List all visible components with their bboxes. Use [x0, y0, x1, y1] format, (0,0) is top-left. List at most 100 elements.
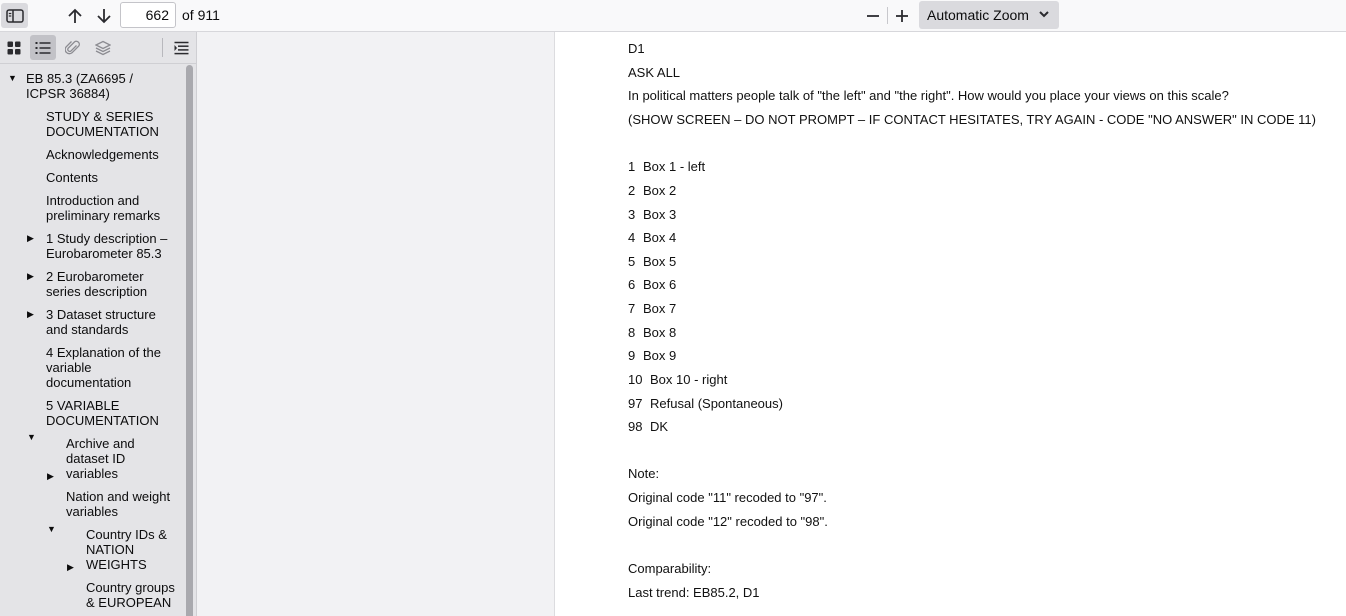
sidebar: ▼ EB 85.3 (ZA6695 / ICPSR 36884) STUDY &… [0, 32, 197, 616]
collapse-toggle-icon[interactable]: ▶ [47, 471, 54, 481]
sidebar-icon [5, 8, 24, 23]
last-trend: Last trend: EB85.2, D1 [628, 585, 760, 600]
outline-item[interactable]: 3 Dataset structure and standards [46, 307, 171, 337]
outline-item[interactable]: Country groups & EUROPEAN [86, 580, 178, 610]
outline-tree-icon [174, 41, 188, 54]
outline-item[interactable]: Archive and dataset ID variables [66, 436, 161, 481]
pdf-page: D1 ASK ALL In political matters people t… [554, 32, 1346, 616]
answer-label: Box 9 [643, 348, 677, 363]
attachments-view-button[interactable] [60, 35, 86, 60]
plus-icon [896, 9, 908, 22]
answer-label: Box 6 [643, 277, 677, 292]
layers-icon [95, 40, 111, 55]
answer-code: 97 [628, 396, 643, 411]
outline-item[interactable]: Nation and weight variables [66, 489, 182, 519]
expand-toggle-icon[interactable]: ▼ [27, 432, 36, 442]
find-current-outline-button[interactable] [168, 35, 194, 60]
minus-icon [867, 14, 879, 17]
answer-code-row: 7 Box 7 [628, 301, 676, 316]
pdf-viewer-app: of 911 Automatic Zoom [0, 0, 1346, 616]
question-filter: ASK ALL [628, 65, 681, 80]
answer-label: Box 3 [643, 207, 677, 222]
next-page-button[interactable] [91, 3, 117, 28]
answer-label: Box 2 [643, 183, 677, 198]
expand-toggle-icon[interactable]: ▼ [47, 524, 56, 534]
outline-item[interactable]: 5 VARIABLE DOCUMENTATION [46, 398, 171, 428]
thumbnails-view-button[interactable] [1, 35, 27, 60]
sidebar-toolbar-divider [162, 38, 163, 57]
collapse-toggle-icon[interactable]: ▶ [27, 309, 34, 319]
variable-name: D1 [628, 41, 645, 56]
layers-view-button[interactable] [90, 35, 116, 60]
answer-label: Refusal (Spontaneous) [650, 396, 783, 411]
answer-label: Box 4 [643, 230, 677, 245]
sidebar-scrollbar[interactable] [186, 65, 193, 616]
sidebar-toolbar [0, 32, 197, 64]
chevron-down-icon [1039, 11, 1049, 18]
answer-code-row: 6 Box 6 [628, 277, 676, 292]
expand-toggle-icon[interactable]: ▼ [8, 73, 17, 83]
answer-label: DK [650, 419, 669, 434]
answer-code-row: 9 Box 9 [628, 348, 676, 363]
answer-code: 7 [628, 301, 636, 316]
collapse-toggle-icon[interactable]: ▶ [27, 233, 34, 243]
arrow-down-icon [97, 8, 111, 23]
answer-code: 3 [628, 207, 636, 222]
answer-code: 9 [628, 348, 636, 363]
answer-code: 2 [628, 183, 636, 198]
outline-item[interactable]: Acknowledgements [46, 147, 176, 162]
answer-code-row: 4 Box 4 [628, 230, 676, 245]
outline-item[interactable]: Country IDs & NATION WEIGHTS [86, 527, 178, 572]
answer-label: Box 8 [643, 325, 677, 340]
collapse-toggle-icon[interactable]: ▶ [27, 271, 34, 281]
note-heading: Note: [628, 466, 660, 481]
answer-label: Box 1 - left [643, 159, 706, 174]
interviewer-instruction: (SHOW SCREEN – DO NOT PROMPT – IF CONTAC… [628, 112, 1316, 127]
outline-item[interactable]: Introduction and preliminary remarks [46, 193, 171, 223]
previous-page-button[interactable] [62, 3, 88, 28]
answer-code: 5 [628, 254, 636, 269]
arrow-up-icon [68, 8, 82, 23]
answer-code-row: 1 Box 1 - left [628, 159, 705, 174]
page-count-label: of 911 [182, 7, 220, 23]
zoom-in-button[interactable] [889, 3, 915, 28]
answer-code: 1 [628, 159, 636, 174]
outline-item[interactable]: Contents [46, 170, 171, 185]
zoom-out-button[interactable] [860, 3, 886, 28]
answer-code: 10 [628, 372, 643, 387]
comparability-heading: Comparability: [628, 561, 712, 576]
answer-code: 98 [628, 419, 643, 434]
answer-code-row: 3 Box 3 [628, 207, 676, 222]
outline-item[interactable]: 2 Eurobarometer series description [46, 269, 171, 299]
outline-item[interactable]: 4 Explanation of the variable documentat… [46, 345, 174, 390]
outline-item[interactable]: STUDY & SERIES DOCUMENTATION [46, 109, 171, 139]
sidebar-toggle-button[interactable] [1, 3, 28, 28]
outline-view-button[interactable] [30, 35, 56, 60]
question-text: In political matters people talk of "the… [628, 88, 1229, 103]
answer-label: Box 5 [643, 254, 677, 269]
answer-code: 8 [628, 325, 636, 340]
document-outline: ▼ EB 85.3 (ZA6695 / ICPSR 36884) STUDY &… [0, 64, 184, 616]
outline-item[interactable]: EB 85.3 (ZA6695 / ICPSR 36884) [26, 71, 166, 101]
answer-label: Box 10 - right [650, 372, 728, 387]
answer-label: Box 7 [643, 301, 677, 316]
list-icon [35, 41, 51, 54]
page-number-input[interactable] [120, 2, 176, 28]
paperclip-icon [65, 40, 80, 54]
grid-icon [7, 41, 21, 54]
answer-code-row: 10 Box 10 - right [628, 372, 727, 387]
answer-code-row: 5 Box 5 [628, 254, 676, 269]
document-viewer[interactable]: D1 ASK ALL In political matters people t… [197, 32, 1346, 616]
answer-code-row: 8 Box 8 [628, 325, 676, 340]
zoom-select[interactable]: Automatic Zoom [919, 1, 1059, 29]
note-line: Original code "12" recoded to "98". [628, 514, 828, 529]
toolbar-divider [887, 7, 888, 24]
answer-code: 6 [628, 277, 636, 292]
answer-code-row: 2 Box 2 [628, 183, 676, 198]
collapse-toggle-icon[interactable]: ▶ [67, 562, 74, 572]
answer-code-row: 97 Refusal (Spontaneous) [628, 396, 783, 411]
main-toolbar: of 911 Automatic Zoom [0, 0, 1346, 32]
answer-code: 4 [628, 230, 636, 245]
zoom-select-value: Automatic Zoom [927, 7, 1029, 23]
outline-item[interactable]: 1 Study description – Eurobarometer 85.3 [46, 231, 178, 261]
